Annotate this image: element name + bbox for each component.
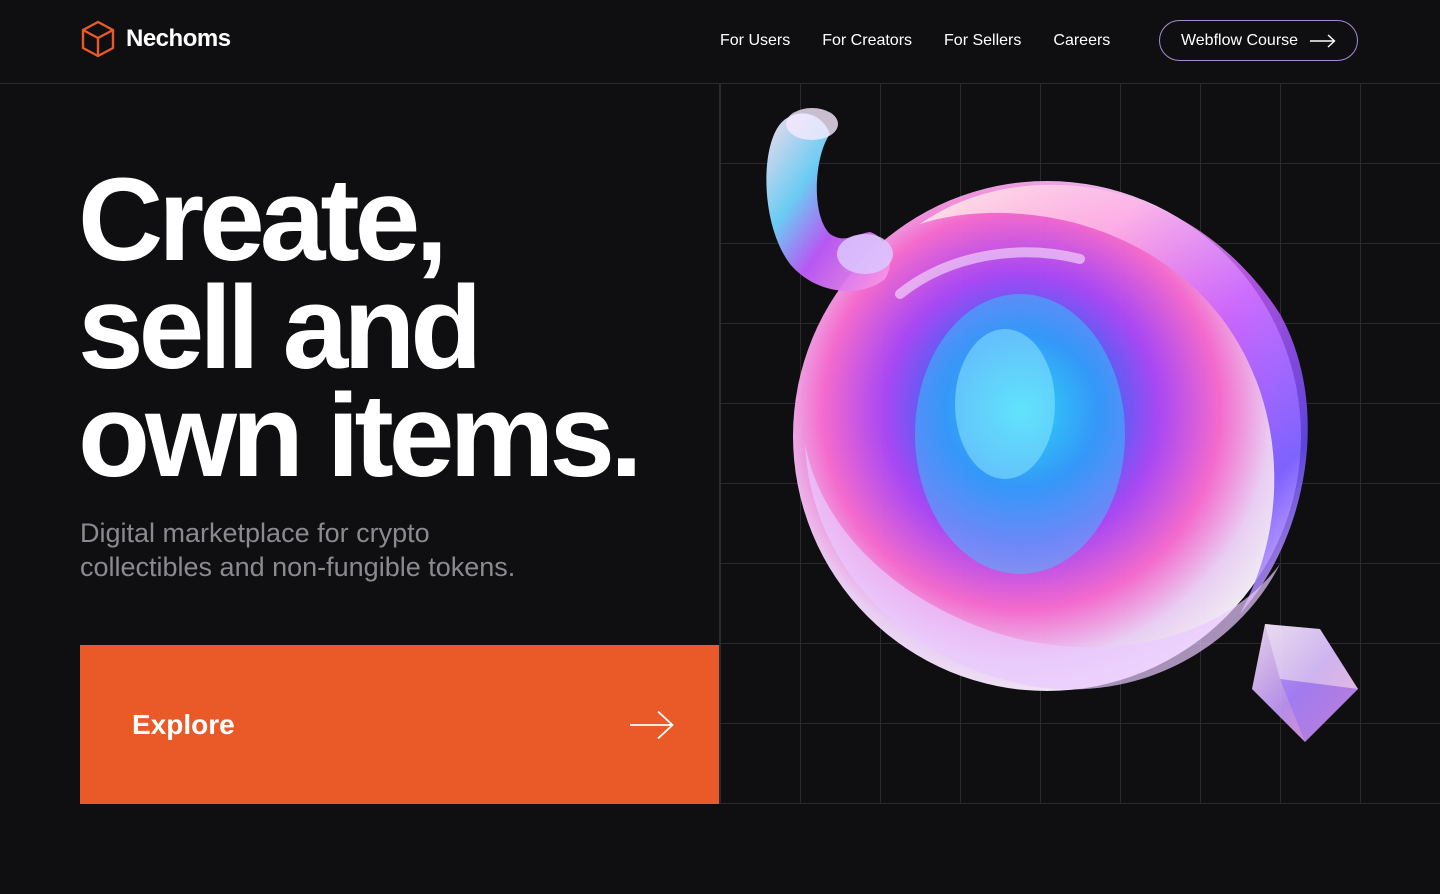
iridescent-cube-shape [1252, 624, 1358, 742]
arrow-right-icon [1310, 33, 1336, 48]
hero-headline: Create, sell and own items. [78, 154, 718, 502]
subtitle-line-1: Digital marketplace for crypto [80, 518, 430, 548]
brand-name: Nechoms [126, 25, 231, 52]
webflow-course-button[interactable]: Webflow Course [1159, 20, 1358, 61]
nav-link-for-users[interactable]: For Users [720, 32, 790, 50]
hero-artwork-panel [719, 84, 1440, 804]
iridescent-torus-shape [766, 108, 893, 291]
main-nav: For Users For Creators For Sellers Caree… [720, 28, 1110, 54]
nav-link-for-creators[interactable]: For Creators [822, 32, 912, 50]
explore-button[interactable]: Explore [80, 645, 720, 804]
nav-link-careers[interactable]: Careers [1053, 32, 1110, 50]
explore-label: Explore [132, 708, 235, 740]
nav-link-for-sellers[interactable]: For Sellers [944, 32, 1021, 50]
hero-artwork [766, 108, 1358, 742]
site-header: Nechoms For Users For Creators For Selle… [0, 0, 1440, 84]
cube-icon [81, 20, 115, 58]
headline-line-3: own items. [78, 370, 643, 502]
subtitle-line-2: collectibles and non-fungible tokens. [80, 552, 516, 582]
hero-subtitle: Digital marketplace for crypto collectib… [80, 516, 600, 584]
arrow-right-icon [630, 710, 674, 739]
brand-logo[interactable]: Nechoms [80, 19, 231, 59]
headline-line-2: sell and [78, 262, 482, 394]
headline-line-1: Create, [78, 154, 448, 286]
webflow-course-label: Webflow Course [1180, 31, 1299, 49]
